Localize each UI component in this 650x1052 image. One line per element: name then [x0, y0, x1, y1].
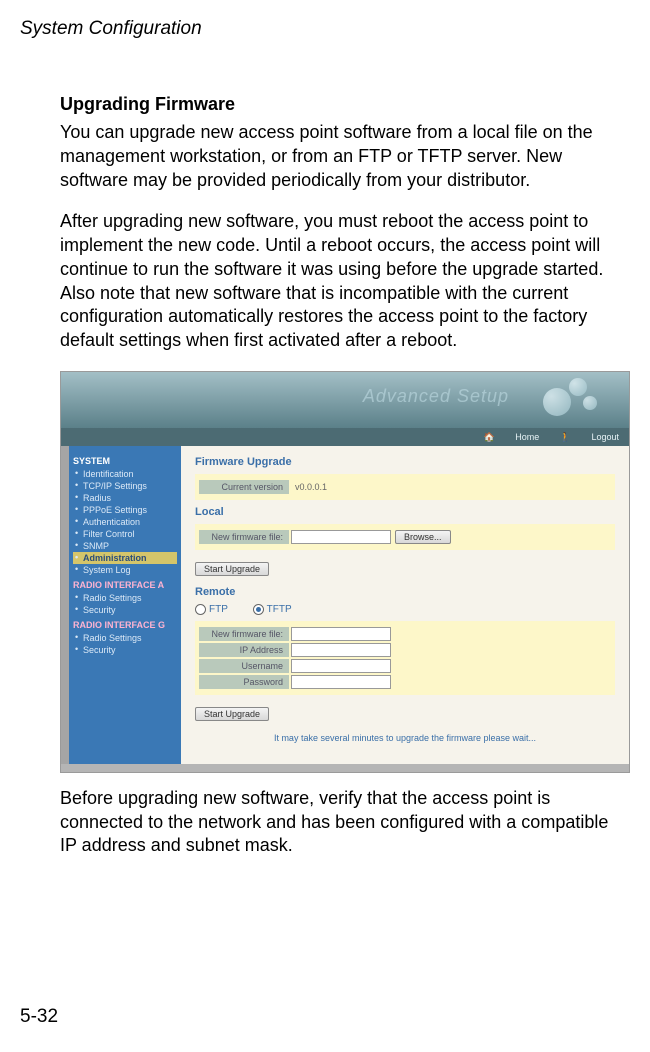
remote-panel: New firmware file: IP Address Username: [195, 621, 615, 695]
password-input[interactable]: [291, 675, 391, 689]
tftp-radio[interactable]: TFTP: [253, 604, 292, 615]
page-number: 5-32: [20, 1006, 58, 1028]
sidebar-group-radio-a: RADIO INTERFACE A: [73, 580, 177, 590]
logout-link[interactable]: 🚶 Logout: [560, 432, 619, 442]
sidebar-item-radius[interactable]: Radius: [73, 492, 177, 504]
sidebar-item-auth[interactable]: Authentication: [73, 516, 177, 528]
gutter: [61, 446, 69, 772]
paragraph-2: After upgrading new software, you must r…: [60, 210, 620, 353]
remote-protocol-row: FTP TFTP: [195, 604, 615, 615]
sidebar-item-pppoe[interactable]: PPPoE Settings: [73, 504, 177, 516]
username-input[interactable]: [291, 659, 391, 673]
local-firmware-input[interactable]: [291, 530, 391, 544]
tftp-label: TFTP: [267, 604, 292, 615]
sidebar-item-tcpip[interactable]: TCP/IP Settings: [73, 480, 177, 492]
home-link[interactable]: 🏠 Home: [484, 432, 540, 442]
sidebar-item-snmp[interactable]: SNMP: [73, 540, 177, 552]
home-label: Home: [515, 432, 539, 442]
sidebar-item-radio-g-settings[interactable]: Radio Settings: [73, 632, 177, 644]
start-upgrade-local-button[interactable]: Start Upgrade: [195, 562, 269, 576]
sidebar-item-radio-g-security[interactable]: Security: [73, 644, 177, 656]
wait-message: It may take several minutes to upgrade t…: [195, 733, 615, 743]
ip-address-label: IP Address: [199, 643, 289, 657]
firmware-upgrade-header: Firmware Upgrade: [195, 456, 615, 468]
running-head: System Configuration: [20, 18, 620, 40]
sidebar-item-filter[interactable]: Filter Control: [73, 528, 177, 540]
logo-icon: [543, 378, 613, 422]
sidebar: SYSTEM Identification TCP/IP Settings Ra…: [69, 446, 181, 772]
password-label: Password: [199, 675, 289, 689]
section-title: Upgrading Firmware: [60, 94, 620, 115]
sidebar-item-syslog[interactable]: System Log: [73, 564, 177, 576]
remote-header: Remote: [195, 586, 615, 598]
sidebar-group-system: SYSTEM: [73, 456, 177, 466]
paragraph-3: Before upgrading new software, verify th…: [60, 787, 620, 858]
username-label: Username: [199, 659, 289, 673]
current-version-panel: Current version v0.0.0.1: [195, 474, 615, 500]
bottom-bar: [61, 764, 629, 772]
remote-firmware-input[interactable]: [291, 627, 391, 641]
browse-button[interactable]: Browse...: [395, 530, 451, 544]
logout-label: Logout: [591, 432, 619, 442]
paragraph-1: You can upgrade new access point softwar…: [60, 121, 620, 192]
current-version-value: v0.0.0.1: [289, 482, 327, 492]
sidebar-item-admin[interactable]: Administration: [73, 552, 177, 564]
sidebar-item-radio-a-settings[interactable]: Radio Settings: [73, 592, 177, 604]
ftp-radio[interactable]: FTP: [195, 604, 228, 615]
header-title: Advanced Setup: [363, 386, 509, 407]
content-panel: Firmware Upgrade Current version v0.0.0.…: [181, 446, 629, 772]
current-version-label: Current version: [199, 480, 289, 494]
local-firmware-label: New firmware file:: [199, 530, 289, 544]
sidebar-group-radio-g: RADIO INTERFACE G: [73, 620, 177, 630]
screenshot-figure: Advanced Setup 🏠 Home 🚶 Logout SYSTEM Id…: [60, 371, 620, 773]
ftp-label: FTP: [209, 604, 228, 615]
local-header: Local: [195, 506, 615, 518]
top-toolbar: 🏠 Home 🚶 Logout: [61, 428, 629, 446]
local-panel: New firmware file: Browse...: [195, 524, 615, 550]
remote-firmware-label: New firmware file:: [199, 627, 289, 641]
ip-address-input[interactable]: [291, 643, 391, 657]
sidebar-item-radio-a-security[interactable]: Security: [73, 604, 177, 616]
app-header: Advanced Setup: [61, 372, 629, 428]
start-upgrade-remote-button[interactable]: Start Upgrade: [195, 707, 269, 721]
sidebar-item-identification[interactable]: Identification: [73, 468, 177, 480]
